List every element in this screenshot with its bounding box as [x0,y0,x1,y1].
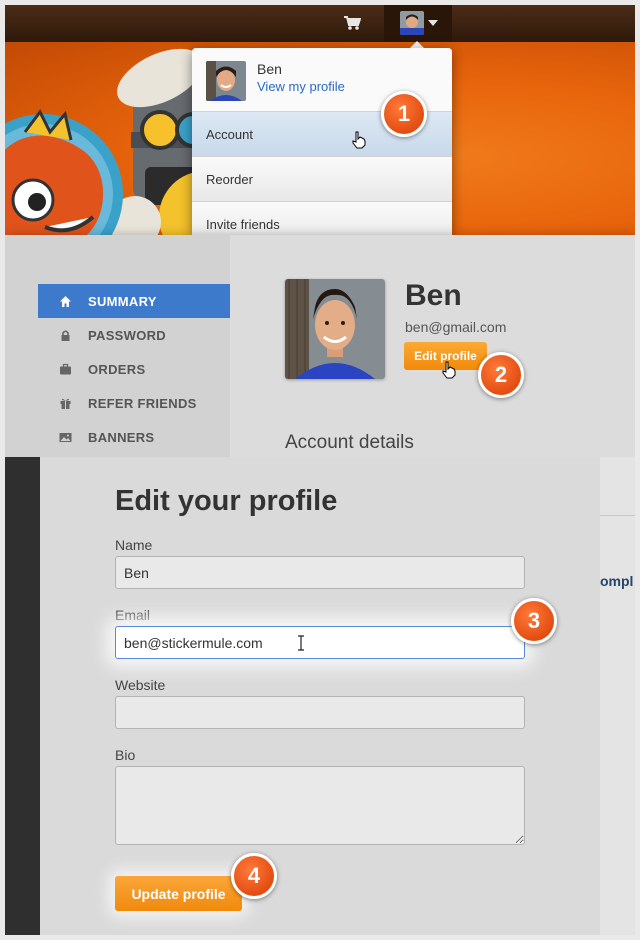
gift-icon [59,397,72,410]
account-details-heading: Account details [285,432,414,453]
lock-icon [59,329,72,342]
edit-profile-title: Edit your profile [115,485,338,517]
avatar [400,11,424,35]
sidebar-item-label: BANNERS [88,429,155,445]
dropdown-notch [410,41,424,48]
sidebar-item-banners[interactable]: BANNERS [38,420,230,454]
background-page [600,457,635,935]
edit-profile-panel: ompl Edit your profile Name Email Websit… [5,457,635,935]
profile-name: Ben [405,279,462,312]
header-dropdown-panel: Ben View my profile Account Reorder Invi… [5,5,635,235]
profile-email: ben@gmail.com [405,319,507,335]
home-icon [59,295,72,308]
top-navigation-bar [5,5,635,42]
text-cursor-icon [297,635,305,651]
sidebar-item-label: PASSWORD [88,327,166,343]
sidebar-item-password[interactable]: PASSWORD [38,318,230,352]
account-sidebar: SUMMARY PASSWORD ORDERS REFER FRIENDS BA… [5,235,230,457]
dropdown-user-name: Ben [257,61,282,77]
bio-label: Bio [115,747,136,763]
divider [600,515,635,516]
hand-cursor-icon [351,131,367,149]
name-label: Name [115,537,153,553]
sidebar-item-summary[interactable]: SUMMARY [38,284,230,318]
account-summary-panel: SUMMARY PASSWORD ORDERS REFER FRIENDS BA… [5,235,635,457]
email-label: Email [115,607,151,623]
sidebar-item-label: ORDERS [88,361,146,377]
step-badge-4: 4 [231,853,277,899]
website-label: Website [115,677,166,693]
briefcase-icon [59,363,72,376]
image-icon [59,431,72,444]
user-dropdown-menu: Ben View my profile Account Reorder Invi… [192,48,452,235]
sidebar-item-label: REFER FRIENDS [88,395,197,411]
user-menu-toggle[interactable] [384,5,452,42]
bio-field[interactable] [115,766,525,845]
view-profile-link[interactable]: View my profile [257,79,345,94]
tutorial-frame: Ben View my profile Account Reorder Invi… [5,5,635,935]
profile-photo [285,279,385,379]
shopping-cart-icon[interactable] [343,15,362,31]
name-field[interactable] [115,556,525,589]
sidebar-item-orders[interactable]: ORDERS [38,352,230,386]
step-badge-2: 2 [478,352,524,398]
hand-cursor-icon [441,361,457,379]
step-badge-3: 3 [511,598,557,644]
background-page-text: ompl [600,573,634,589]
menu-item-reorder[interactable]: Reorder [192,157,452,202]
menu-item-invite-friends[interactable]: Invite friends [192,202,452,235]
sidebar-item-refer-friends[interactable]: REFER FRIENDS [38,386,230,420]
caret-down-icon [428,20,438,26]
avatar [206,61,246,101]
step-badge-1: 1 [381,91,427,137]
email-field[interactable] [115,626,525,659]
sidebar-item-label: SUMMARY [88,293,157,309]
website-field[interactable] [115,696,525,729]
update-profile-button[interactable]: Update profile [115,876,242,911]
